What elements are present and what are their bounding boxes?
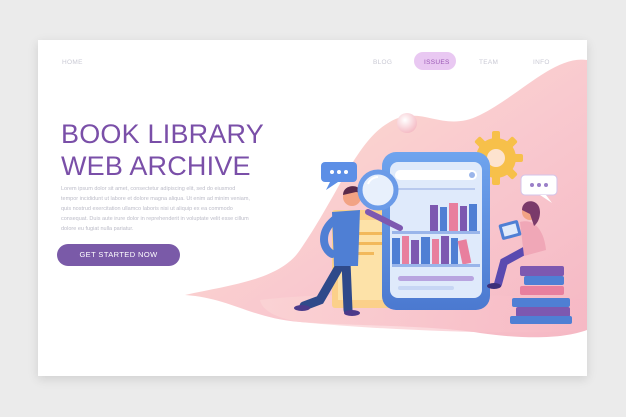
get-started-button[interactable]: GET STARTED NOW (57, 244, 180, 266)
floating-ball (397, 113, 417, 133)
tablet-device (382, 152, 490, 310)
hero-title-line2: WEB ARCHIVE (61, 151, 251, 181)
hero-title-line1: BOOK LIBRARY (61, 119, 264, 149)
hero-paragraph: Lorem ipsum dolor sit amet, consectetur … (61, 186, 250, 232)
